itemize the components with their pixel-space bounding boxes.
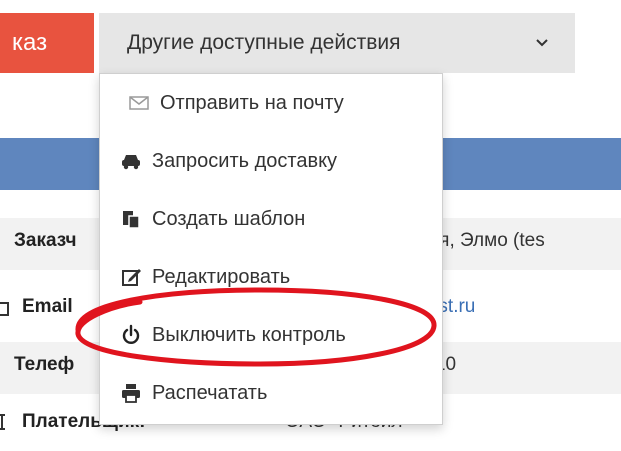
envelope-icon <box>0 302 9 316</box>
phone-label: Телеф <box>14 354 75 375</box>
user-icon <box>0 414 5 430</box>
print-icon <box>122 384 140 403</box>
menu-item-label: Отправить на почту <box>160 91 344 114</box>
copy-icon <box>123 211 140 229</box>
email-label: Email <box>22 296 73 317</box>
menu-item-label: Распечатать <box>152 381 268 404</box>
menu-item-label: Запросить доставку <box>152 149 338 172</box>
power-icon <box>122 324 140 344</box>
menu-item-edit[interactable]: Редактировать <box>100 248 442 306</box>
car-icon <box>122 155 140 170</box>
menu-item-request-delivery[interactable]: Запросить доставку <box>100 132 442 190</box>
menu-item-disable-control[interactable]: Выключить контроль <box>100 306 442 364</box>
edit-icon <box>122 269 141 286</box>
menu-item-label: Редактировать <box>152 265 291 288</box>
menu-item-label: Выключить контроль <box>152 323 346 346</box>
menu-item-print[interactable]: Распечатать <box>100 364 442 422</box>
menu-item-create-template[interactable]: Создать шаблон <box>100 190 442 248</box>
order-button[interactable]: каз <box>0 13 94 73</box>
chevron-down-icon <box>536 39 548 47</box>
envelope-icon <box>129 96 149 110</box>
other-actions-dropdown[interactable]: Другие доступные действия <box>99 13 575 73</box>
actions-menu: Отправить на почту Запросить доставку Со… <box>99 73 443 425</box>
menu-item-label: Создать шаблон <box>152 207 306 230</box>
customer-label: Заказч <box>14 230 77 251</box>
order-button-label: каз <box>12 29 48 56</box>
menu-item-send-email[interactable]: Отправить на почту <box>100 74 442 132</box>
other-actions-label: Другие доступные действия <box>127 31 401 54</box>
